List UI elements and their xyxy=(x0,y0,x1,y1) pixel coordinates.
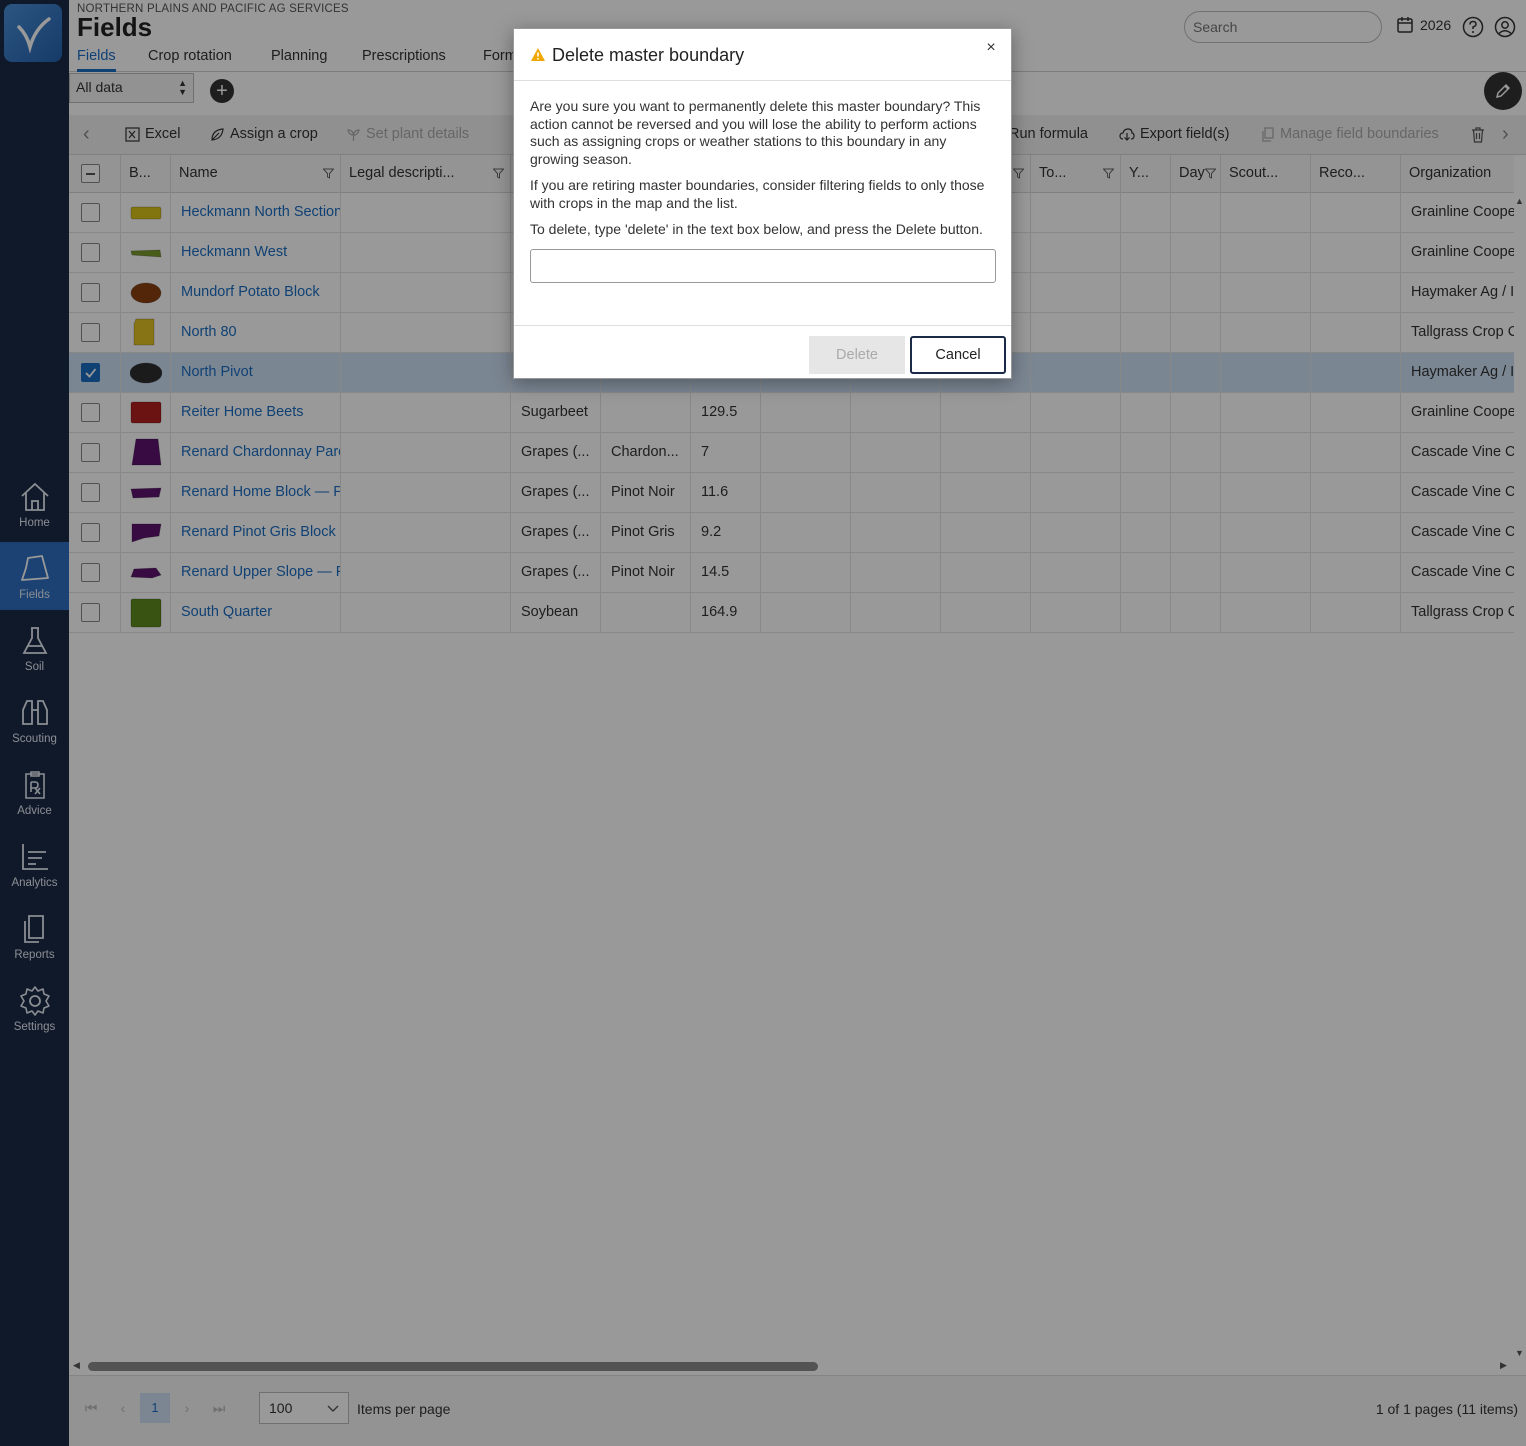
delete-button[interactable]: Delete xyxy=(809,336,905,374)
dialog-instructions: To delete, type 'delete' in the text box… xyxy=(530,221,983,237)
cancel-button[interactable]: Cancel xyxy=(910,336,1006,374)
delete-boundary-dialog: Delete master boundary × Are you sure yo… xyxy=(513,28,1012,379)
dialog-body: Are you sure you want to permanently del… xyxy=(514,81,1011,283)
delete-confirmation-input[interactable] xyxy=(530,248,996,283)
dialog-retiring-hint: If you are retiring master boundaries, c… xyxy=(530,177,985,211)
dialog-warning-text: Are you sure you want to permanently del… xyxy=(530,98,981,167)
dialog-title: Delete master boundary xyxy=(552,45,745,65)
warning-icon xyxy=(531,48,545,61)
dialog-header: Delete master boundary × xyxy=(514,29,1011,81)
dialog-footer: Delete Cancel xyxy=(514,325,1011,380)
close-icon[interactable]: × xyxy=(981,39,1001,59)
